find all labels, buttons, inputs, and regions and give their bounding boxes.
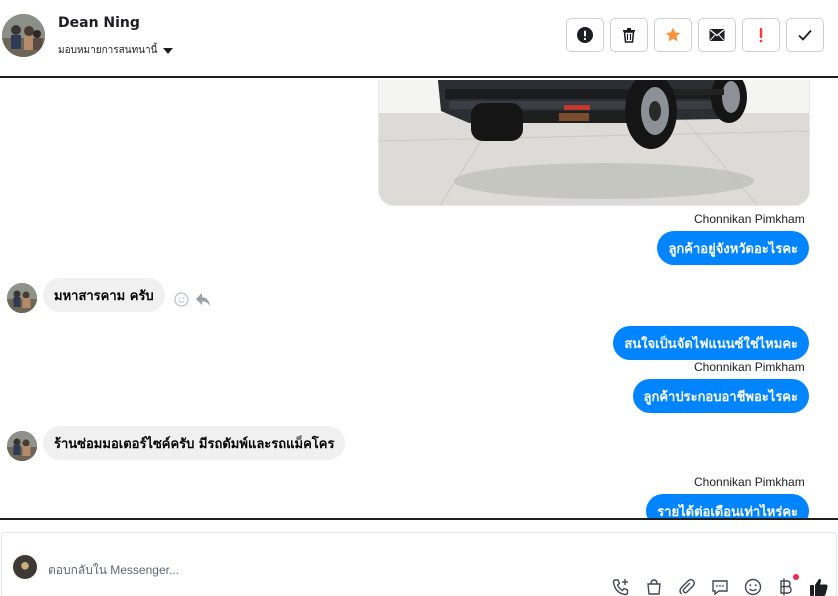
shopping-bag-icon [647, 579, 661, 595]
notification-dot [793, 574, 799, 580]
assign-conversation-dropdown[interactable]: มอบหมายการสนทนานี้ [58, 43, 174, 58]
delete-button[interactable] [610, 18, 648, 52]
payment-button[interactable] [775, 574, 799, 596]
composer-toolbar [610, 574, 830, 596]
sender-name: Chonnikan Pimkham [694, 212, 805, 226]
outgoing-message[interactable]: ลูกค้าประกอบอาชีพอะไรคะ [632, 379, 809, 413]
alert-circle-icon [577, 27, 593, 43]
spam-button[interactable] [742, 18, 780, 52]
check-icon [798, 29, 812, 41]
done-button[interactable] [786, 18, 824, 52]
outgoing-message[interactable]: ลูกค้าอยู่จังหวัดอะไรคะ [657, 231, 809, 265]
outgoing-message[interactable]: สนใจเป็นจัดไฟแนนซ์ใช่ไหมคะ [613, 326, 809, 360]
shop-button[interactable] [643, 576, 665, 596]
phone-plus-icon [612, 579, 629, 596]
incoming-message[interactable]: ร้านซ่อมมอเตอร์ไซค์ครับ มีรถดัมพ์และรถแม… [43, 426, 346, 460]
contact-avatar[interactable] [2, 14, 45, 57]
star-icon [665, 27, 681, 42]
conversation-header: Dean Ning มอบหมายการสนทนานี้ [0, 0, 838, 78]
exclamation-icon [759, 28, 763, 43]
baht-icon [780, 578, 792, 596]
reply-input[interactable]: ตอบกลับใน Messenger... [48, 561, 179, 580]
sender-name: Chonnikan Pimkham [694, 475, 805, 489]
contact-name[interactable]: Dean Ning [58, 15, 140, 31]
chat-bubble-icon [712, 580, 728, 596]
sender-name: Chonnikan Pimkham [694, 360, 805, 374]
contact-avatar-small[interactable] [7, 283, 37, 313]
caret-down-icon [163, 47, 174, 54]
report-button[interactable] [566, 18, 604, 52]
call-add-button[interactable] [610, 576, 632, 596]
conversation-actions [566, 18, 824, 52]
trash-icon [623, 28, 635, 43]
saved-replies-button[interactable] [709, 576, 731, 596]
reply-icon[interactable] [195, 292, 211, 307]
assign-label: มอบหมายการสนทนานี้ [58, 45, 158, 56]
like-button[interactable] [808, 576, 830, 596]
emoji-button[interactable] [742, 576, 764, 596]
reply-composer: ตอบกลับใน Messenger... [0, 518, 838, 596]
smiley-icon [744, 578, 762, 596]
outgoing-message[interactable]: รายได้ต่อเดือนเท่าไหร่คะ [646, 494, 809, 518]
attach-button[interactable] [676, 576, 698, 596]
envelope-icon [709, 29, 725, 41]
emoji-react-icon[interactable] [174, 292, 189, 307]
page-avatar [13, 555, 37, 579]
car-photo-attachment[interactable] [378, 80, 810, 206]
star-button[interactable] [654, 18, 692, 52]
contact-avatar-small[interactable] [7, 431, 37, 461]
mark-unread-button[interactable] [698, 18, 736, 52]
message-thread[interactable]: Chonnikan Pimkham ลูกค้าอยู่จังหวัดอะไรค… [0, 80, 838, 518]
paperclip-icon [679, 578, 695, 595]
thumbs-up-icon [810, 578, 828, 596]
message-hover-actions [174, 292, 211, 307]
incoming-message[interactable]: มหาสารคาม ครับ [43, 278, 165, 312]
